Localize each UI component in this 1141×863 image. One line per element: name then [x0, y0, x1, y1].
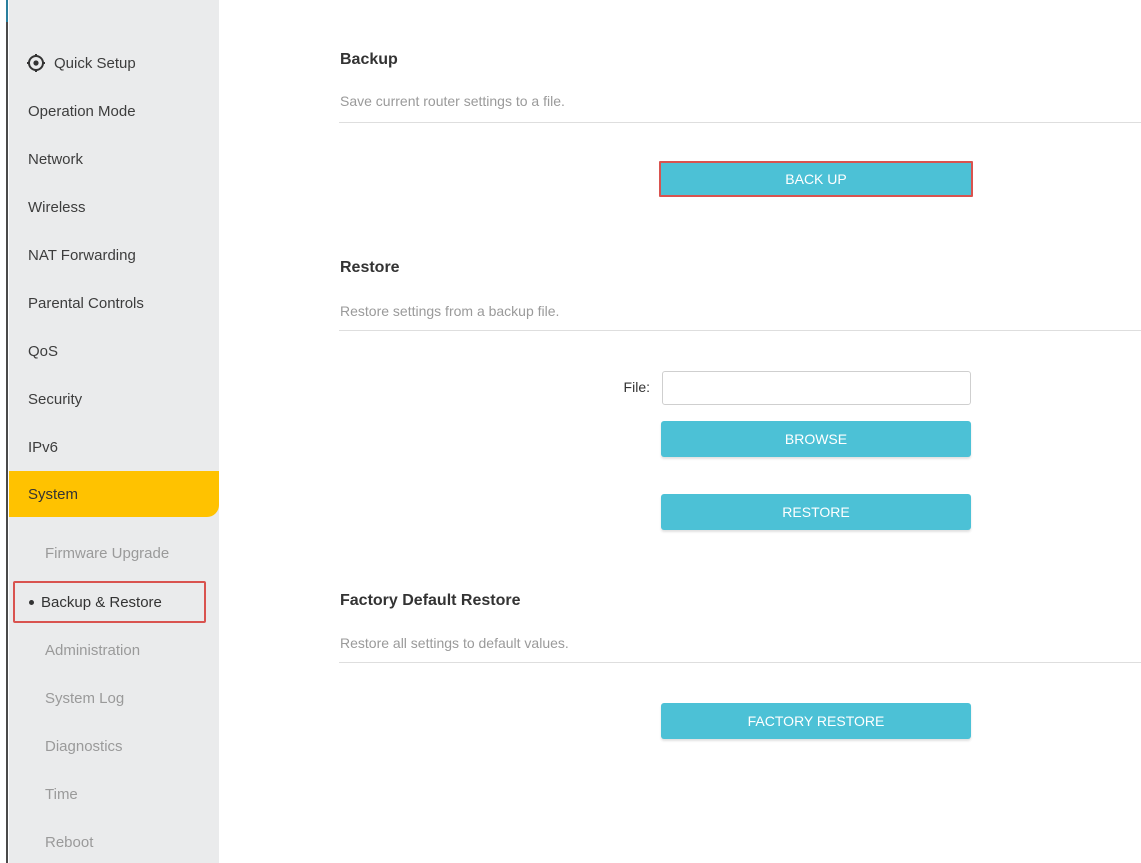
backup-button[interactable]: BACK UP	[659, 161, 973, 197]
window-edge-accent	[6, 0, 8, 22]
sidebar-subitem-backup-restore[interactable]: Backup & Restore	[9, 579, 219, 625]
divider	[339, 330, 1141, 331]
sidebar-subitem-label: Diagnostics	[45, 737, 123, 755]
divider	[339, 662, 1141, 663]
backup-title: Backup	[340, 51, 398, 68]
sidebar-item-label: Wireless	[28, 198, 86, 216]
factory-description: Restore all settings to default values.	[340, 635, 569, 651]
sidebar-item-network[interactable]: Network	[9, 136, 219, 182]
sidebar-item-nat-forwarding[interactable]: NAT Forwarding	[9, 232, 219, 278]
file-input[interactable]	[662, 371, 971, 405]
sidebar-subitem-label: Time	[45, 785, 78, 803]
sidebar-subitem-label: Administration	[45, 641, 141, 659]
sidebar-subitem-diagnostics[interactable]: Diagnostics	[9, 723, 219, 769]
sidebar-item-security[interactable]: Security	[9, 376, 219, 422]
sidebar: Quick Setup Operation Mode Network Wirel…	[9, 0, 219, 863]
sidebar-item-label: QoS	[28, 342, 59, 360]
sidebar-item-label: Security	[28, 390, 83, 408]
backup-description: Save current router settings to a file.	[340, 93, 565, 109]
bullet-icon	[29, 599, 34, 605]
file-label: File:	[623, 379, 650, 395]
sidebar-item-label: Parental Controls	[28, 294, 144, 312]
sidebar-item-label: Operation Mode	[28, 102, 136, 120]
sidebar-item-label: Quick Setup	[54, 54, 136, 72]
sidebar-subitem-label: System Log	[45, 689, 125, 707]
window-left-edge	[0, 0, 8, 863]
sidebar-subitem-label: Reboot	[45, 833, 94, 851]
sidebar-subitem-time[interactable]: Time	[9, 771, 219, 817]
divider	[339, 122, 1141, 123]
sidebar-item-label: NAT Forwarding	[28, 246, 136, 264]
restore-title: Restore	[340, 259, 400, 276]
sidebar-item-label: Network	[28, 150, 84, 168]
sidebar-item-system[interactable]: System	[9, 471, 219, 517]
gear-icon	[27, 54, 45, 72]
sidebar-subitem-label: Backup & Restore	[41, 593, 162, 611]
factory-restore-button[interactable]: FACTORY RESTORE	[661, 703, 971, 739]
factory-title: Factory Default Restore	[340, 592, 521, 609]
sidebar-subitem-label: Firmware Upgrade	[45, 544, 170, 562]
sidebar-item-label: IPv6	[28, 438, 59, 456]
page: Quick Setup Operation Mode Network Wirel…	[0, 0, 1141, 863]
sidebar-subitem-firmware-upgrade[interactable]: Firmware Upgrade	[9, 530, 219, 576]
sidebar-item-parental-controls[interactable]: Parental Controls	[9, 280, 219, 326]
sidebar-item-wireless[interactable]: Wireless	[9, 184, 219, 230]
browse-button[interactable]: BROWSE	[661, 421, 971, 457]
sidebar-item-ipv6[interactable]: IPv6	[9, 424, 219, 470]
sidebar-subitem-administration[interactable]: Administration	[9, 627, 219, 673]
sidebar-item-quick-setup[interactable]: Quick Setup	[9, 40, 219, 86]
restore-button[interactable]: RESTORE	[661, 494, 971, 530]
sidebar-item-operation-mode[interactable]: Operation Mode	[9, 88, 219, 134]
sidebar-item-qos[interactable]: QoS	[9, 328, 219, 374]
sidebar-subitem-system-log[interactable]: System Log	[9, 675, 219, 721]
sidebar-subitem-reboot[interactable]: Reboot	[9, 819, 219, 863]
sidebar-item-label: System	[28, 485, 79, 503]
restore-description: Restore settings from a backup file.	[340, 303, 560, 319]
